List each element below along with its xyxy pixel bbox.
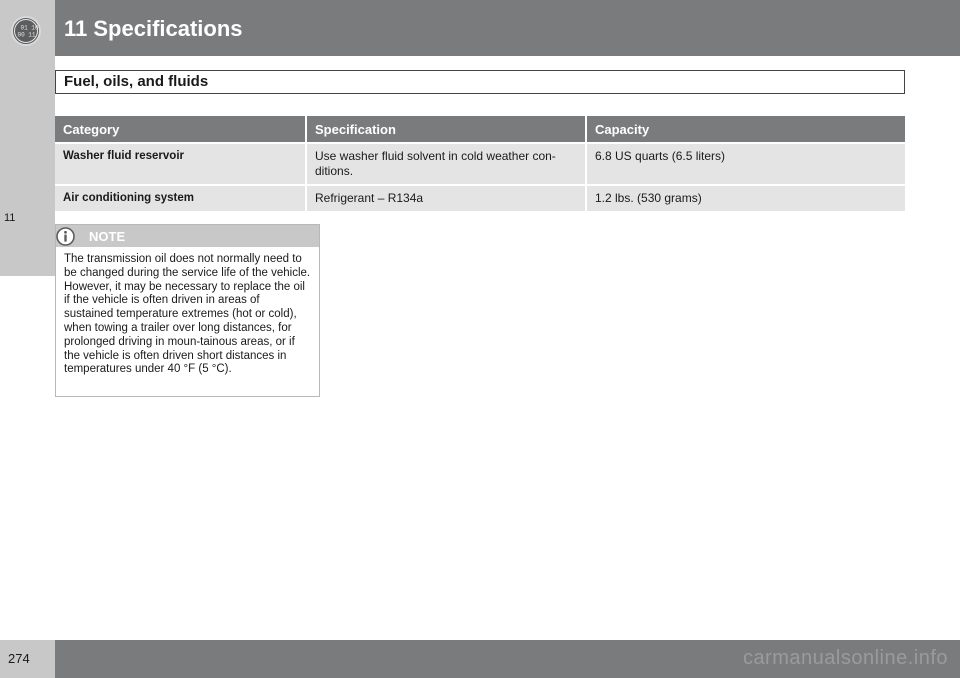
table-cell-specification: Refrigerant – R134a xyxy=(305,184,585,211)
specifications-table: Category Specification Capacity Washer f… xyxy=(55,116,905,211)
table-row: Air conditioning system Refrigerant – R1… xyxy=(55,184,905,211)
table-row: Washer fluid reservoir Use washer fluid … xyxy=(55,142,905,184)
column-header-specification: Specification xyxy=(305,116,585,142)
table-cell-capacity: 1.2 lbs. (530 grams) xyxy=(585,184,905,211)
svg-text:01 10: 01 10 xyxy=(21,25,39,32)
chapter-gauge-icon: 01 10 00 11 xyxy=(11,16,41,46)
chapter-side-tab xyxy=(0,56,55,276)
page-number: 274 xyxy=(8,651,30,666)
table-cell-category: Washer fluid reservoir xyxy=(55,142,305,184)
column-header-category: Category xyxy=(55,116,305,142)
note-header: NOTE xyxy=(56,225,319,247)
watermark-text: carmanualsonline.info xyxy=(742,647,948,669)
table-header-row: Category Specification Capacity xyxy=(55,116,905,142)
table-cell-specification: Use washer fluid solvent in cold weather… xyxy=(305,142,585,184)
note-text: The transmission oil does not normally n… xyxy=(64,253,311,376)
info-icon xyxy=(56,227,75,246)
table-cell-category: Air conditioning system xyxy=(55,184,305,211)
section-heading: Fuel, oils, and fluids xyxy=(55,70,905,94)
table-cell-capacity: 6.8 US quarts (6.5 liters) xyxy=(585,142,905,184)
svg-text:00 11: 00 11 xyxy=(18,32,36,39)
note-label: NOTE xyxy=(89,229,126,244)
chapter-tab-number: 11 xyxy=(4,212,16,224)
column-header-capacity: Capacity xyxy=(585,116,905,142)
note-box: NOTE The transmission oil does not norma… xyxy=(55,224,320,397)
page-title: 11 Specifications xyxy=(64,16,243,41)
